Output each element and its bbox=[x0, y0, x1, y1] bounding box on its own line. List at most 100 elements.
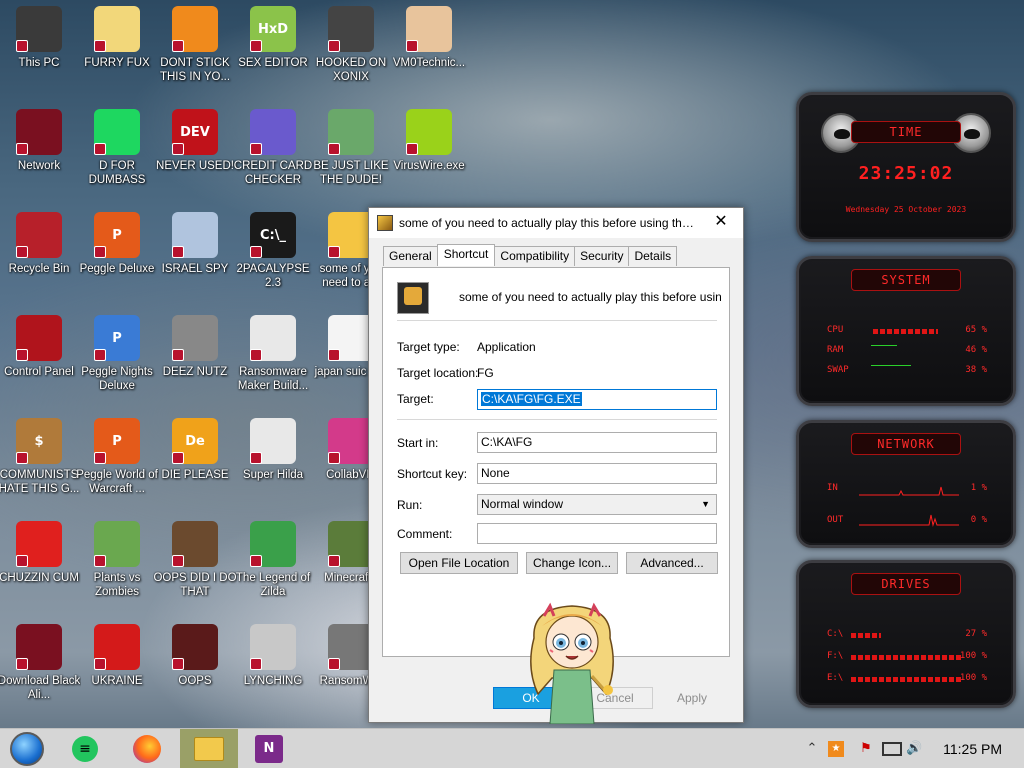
control-panel-icon bbox=[16, 315, 62, 361]
shortcut-arrow-icon bbox=[94, 40, 106, 52]
shortcut-arrow-icon bbox=[16, 40, 28, 52]
plants-vs-zombies-icon bbox=[94, 521, 140, 567]
desktop-icon-lynching[interactable]: LYNCHING bbox=[234, 620, 312, 716]
close-icon[interactable]: ✕ bbox=[699, 208, 743, 238]
shortcut-arrow-icon bbox=[250, 658, 262, 670]
peggle-world-icon: P bbox=[94, 418, 140, 464]
advanced-button[interactable]: Advanced... bbox=[626, 552, 718, 574]
desktop-icon-credit-card-checker[interactable]: CREDIT CARD CHECKER bbox=[234, 105, 312, 201]
flag-icon[interactable]: ⚑ bbox=[858, 741, 874, 757]
ram-graph bbox=[871, 345, 897, 346]
apply-button[interactable]: Apply bbox=[659, 687, 725, 709]
change-icon-button[interactable]: Change Icon... bbox=[526, 552, 618, 574]
target-field[interactable]: C:\KA\FG\FG.EXE bbox=[477, 389, 717, 410]
desktop-icon-chuzzin[interactable]: CHUZZIN CUM bbox=[0, 517, 79, 613]
run-select[interactable]: Normal window ▼ bbox=[477, 494, 717, 515]
shortcut-arrow-icon bbox=[172, 452, 184, 464]
desktop-icon-control-panel[interactable]: Control Panel bbox=[0, 311, 78, 407]
open-file-location-button[interactable]: Open File Location bbox=[400, 552, 518, 574]
desktop-icon-ukraine[interactable]: UKRAINE bbox=[78, 620, 156, 716]
desktop-icon-hooked-on-xonix[interactable]: HOOKED ON XONIX bbox=[312, 2, 390, 98]
folder-icon bbox=[194, 737, 224, 761]
desktop-icon-deez-nutz[interactable]: DEEZ NUTZ bbox=[156, 311, 234, 407]
desktop-icon-viruswire[interactable]: VirusWire.exe bbox=[390, 105, 468, 201]
drives-widget-title: DRIVES bbox=[851, 573, 961, 595]
deez-nutz-icon bbox=[172, 315, 218, 361]
shortcut-arrow-icon bbox=[328, 246, 340, 258]
desktop-icon-never-used[interactable]: DEV NEVER USED! bbox=[156, 105, 234, 201]
tab-shortcut[interactable]: Shortcut bbox=[436, 244, 496, 266]
desktop-icon-communists[interactable]: $ COMMUNISTS HATE THIS G... bbox=[0, 414, 79, 510]
peggle-nights-icon: P bbox=[94, 315, 140, 361]
die-please-icon: De bbox=[172, 418, 218, 464]
tab-details[interactable]: Details bbox=[628, 246, 678, 266]
legend-of-zilda-icon bbox=[250, 521, 296, 567]
desktop-icon-furry-fux[interactable]: FURRY FUX bbox=[78, 2, 156, 98]
oops-icon bbox=[172, 624, 218, 670]
desktop-icon-2pacalypse[interactable]: C:\_ 2PACALYPSE 2.3 bbox=[234, 208, 312, 304]
peggle-nights-icon-glyph: P bbox=[112, 330, 122, 346]
taskbar-onenote[interactable]: N bbox=[242, 729, 296, 768]
taskbar-clock[interactable]: 11:25 PM bbox=[943, 729, 1002, 768]
communists-icon-glyph: $ bbox=[34, 433, 44, 449]
desktop-icon-israel-spy[interactable]: ISRAEL SPY bbox=[156, 208, 234, 304]
desktop-icon-label: OOPS DID I DO THAT bbox=[153, 572, 237, 598]
shortcut-arrow-icon bbox=[172, 555, 184, 567]
time-widget-title: TIME bbox=[851, 121, 961, 143]
desktop-icon-plants-vs-zombies[interactable]: Plants vs Zombies bbox=[78, 517, 156, 613]
chevron-up-icon[interactable]: ⌃ bbox=[804, 741, 820, 757]
desktop-icon-this-pc[interactable]: This PC bbox=[0, 2, 78, 98]
oops-did-i-icon bbox=[172, 521, 218, 567]
taskbar-firefox[interactable] bbox=[120, 729, 174, 768]
drive-c-value: 27 % bbox=[965, 629, 987, 639]
tab-compatibility[interactable]: Compatibility bbox=[494, 246, 576, 266]
comment-field[interactable] bbox=[477, 523, 717, 544]
desktop-icon-be-just-like[interactable]: BE JUST LIKE THE DUDE! bbox=[312, 105, 390, 201]
desktop-icon-label: CHUZZIN CUM bbox=[0, 572, 79, 584]
desktop-icon-label: VirusWire.exe bbox=[393, 160, 465, 172]
desktop-icon-label: Download Black Ali... bbox=[0, 675, 81, 701]
hooked-on-xonix-icon bbox=[328, 6, 374, 52]
taskbar-file-explorer[interactable] bbox=[180, 729, 238, 768]
israel-spy-icon bbox=[172, 212, 218, 258]
desktop-icon-recycle-bin[interactable]: Recycle Bin bbox=[0, 208, 78, 304]
chevron-down-icon: ▼ bbox=[701, 499, 710, 509]
app-tray-icon[interactable]: ★ bbox=[828, 741, 844, 757]
desktop-icon-legend-of-zilda[interactable]: The Legend of Zilda bbox=[234, 517, 312, 613]
desktop-icon-dont-stick[interactable]: DONT STICK THIS IN YO... bbox=[156, 2, 234, 98]
network-widget: NETWORK IN 1 % OUT 0 % bbox=[796, 420, 1016, 548]
desktop-icon-ransomware-maker[interactable]: Ransomware Maker Build... bbox=[234, 311, 312, 407]
network-icon bbox=[16, 109, 62, 155]
desktop-icon-network[interactable]: Network bbox=[0, 105, 78, 201]
network-icon[interactable] bbox=[882, 742, 902, 756]
start-in-field[interactable]: C:\KA\FG bbox=[477, 432, 717, 453]
start-button[interactable] bbox=[0, 729, 54, 768]
swap-row: SWAP 38 % bbox=[827, 365, 987, 379]
desktop-icon-label: D FOR DUMBASS bbox=[88, 160, 146, 186]
target-type-label: Target type: bbox=[397, 340, 460, 354]
desktop-icon-sex-editor[interactable]: HxD SEX EDITOR bbox=[234, 2, 312, 98]
drive-f-value: 100 % bbox=[959, 651, 987, 661]
desktop-icon-download-black[interactable]: Download Black Ali... bbox=[0, 620, 81, 716]
desktop-icon-oops-did-i[interactable]: OOPS DID I DO THAT bbox=[153, 517, 237, 613]
taskbar-notes-app[interactable]: ≡ bbox=[58, 729, 112, 768]
desktop-icon-peggle-world[interactable]: P Peggle World of Warcraft ... bbox=[76, 414, 158, 510]
shortcut-arrow-icon bbox=[94, 658, 106, 670]
shortcut-key-field[interactable]: None bbox=[477, 463, 717, 484]
desktop-icon-super-hilda[interactable]: Super Hilda bbox=[234, 414, 312, 510]
desktop-icon-die-please[interactable]: De DIE PLEASE bbox=[156, 414, 234, 510]
shortcut-arrow-icon bbox=[94, 246, 106, 258]
desktop-icon-vm0technic[interactable]: VM0Technic... bbox=[390, 2, 468, 98]
desktop-icon-oops[interactable]: OOPS bbox=[156, 620, 234, 716]
desktop-icon-peggle-deluxe[interactable]: P Peggle Deluxe bbox=[78, 208, 156, 304]
tab-general[interactable]: General bbox=[383, 246, 438, 266]
desktop-icon-d-for-dumbass[interactable]: D FOR DUMBASS bbox=[78, 105, 156, 201]
volume-icon[interactable]: 🔊 bbox=[906, 741, 922, 757]
dialog-titlebar[interactable]: some of you need to actually play this b… bbox=[369, 208, 743, 238]
time-widget: TIME 23:25:02 Wednesday 25 October 2023 bbox=[796, 92, 1016, 242]
desktop-icon-peggle-nights[interactable]: P Peggle Nights Deluxe bbox=[78, 311, 156, 407]
swap-graph bbox=[871, 365, 911, 366]
shortcut-name: some of you need to actually play this b… bbox=[459, 290, 721, 304]
tab-security[interactable]: Security bbox=[574, 246, 630, 266]
taskbar: ≡ N ⌃ ★ ⚑ 🔊 11:25 PM bbox=[0, 728, 1024, 768]
